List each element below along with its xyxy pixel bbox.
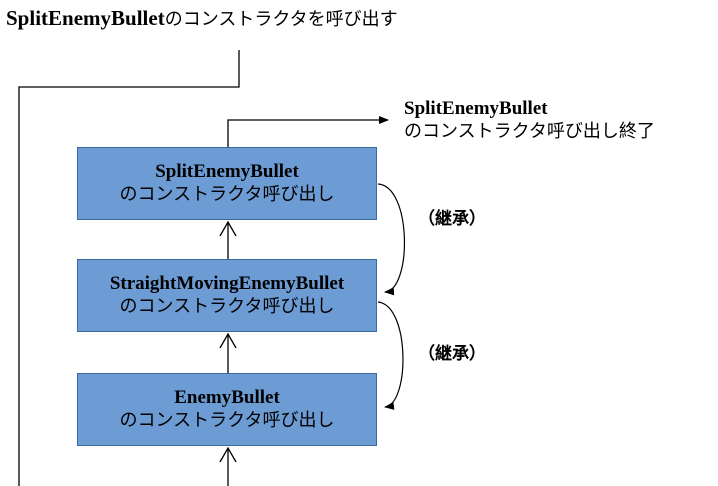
inheritance-curve-2 xyxy=(377,301,404,410)
box-straight-class-name: StraightMovingEnemyBullet xyxy=(109,273,345,295)
box-split-text: のコンストラクタ呼び出し xyxy=(119,184,335,206)
title-class-name: SplitEnemyBullet xyxy=(6,6,165,30)
box-split-enemy-bullet: SplitEnemyBullet のコンストラクタ呼び出し xyxy=(77,147,377,220)
call-return-arrow xyxy=(227,116,389,147)
box-enemy-bullet: EnemyBullet のコンストラクタ呼び出し xyxy=(77,373,377,446)
up-arrow-entry-to-enemy xyxy=(219,446,237,486)
inheritance-call-diagram: SplitEnemyBulletのコンストラクタを呼び出す SplitEnemy… xyxy=(0,0,718,486)
inheritance-label-2: （継承） xyxy=(418,344,486,364)
title-suffix: のコンストラクタを呼び出す xyxy=(164,9,398,30)
inheritance-label-1: （継承） xyxy=(418,209,486,229)
call-end-label: SplitEnemyBullet のコンストラクタ呼び出し終了 xyxy=(404,98,655,142)
box-enemy-class-name: EnemyBullet xyxy=(174,387,280,409)
up-arrow-enemy-to-straight xyxy=(219,332,237,373)
box-enemy-text: のコンストラクタ呼び出し xyxy=(119,410,335,432)
box-straight-text: のコンストラクタ呼び出し xyxy=(119,296,335,318)
end-label-class-name: SplitEnemyBullet xyxy=(404,98,548,119)
end-label-text: のコンストラクタ呼び出し終了 xyxy=(404,120,655,142)
inheritance-curve-1 xyxy=(377,183,406,296)
diagram-title: SplitEnemyBulletのコンストラクタを呼び出す xyxy=(6,8,398,29)
box-straight-moving-enemy-bullet: StraightMovingEnemyBullet のコンストラクタ呼び出し xyxy=(77,259,377,332)
box-split-class-name: SplitEnemyBullet xyxy=(155,161,299,183)
up-arrow-straight-to-split xyxy=(219,220,237,259)
